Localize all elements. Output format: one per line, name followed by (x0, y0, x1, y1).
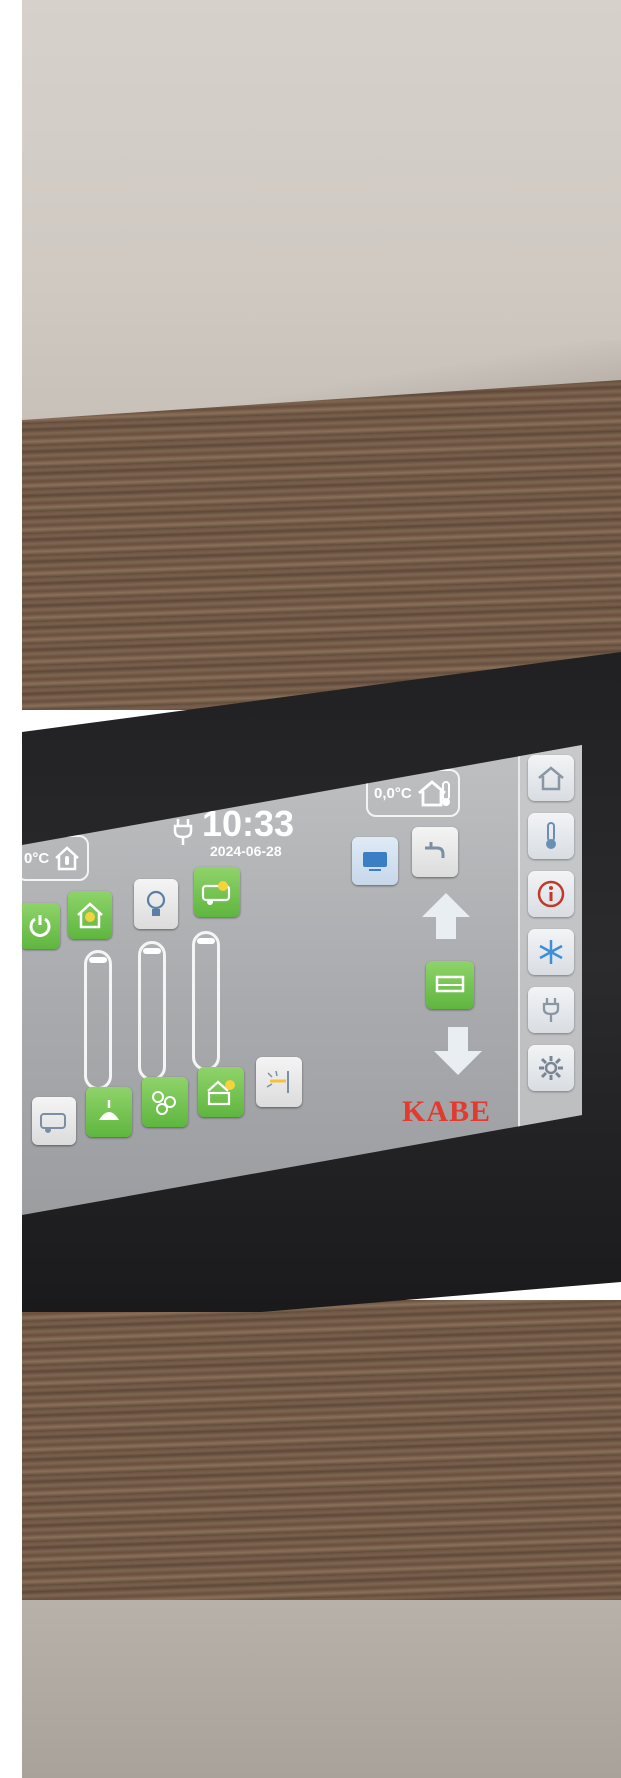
house-thermometer-icon (53, 845, 81, 871)
photo-scene: 0°C 10:33 2024-06-28 0,0°C KABE (22, 0, 621, 1778)
house-light-button[interactable] (68, 891, 112, 939)
caravan-bulb-icon (201, 878, 233, 906)
power-button[interactable] (22, 903, 60, 949)
sidebar-item-info[interactable] (528, 871, 574, 917)
tv-button[interactable] (352, 837, 398, 885)
outside-temp-value: 0,0°C (374, 784, 412, 802)
sidebar-item-cooling[interactable] (528, 929, 574, 975)
wall-bottom (22, 1600, 621, 1778)
dimmer-slider-1[interactable] (84, 950, 112, 1090)
house-bulb-icon (75, 900, 105, 930)
home-icon (537, 765, 565, 791)
bulb-button[interactable] (134, 879, 178, 929)
ceiling-lamp-icon (95, 1098, 123, 1126)
bed-button[interactable] (426, 961, 474, 1009)
kitchen-light-button[interactable] (198, 1067, 244, 1117)
wood-trim-bottom (22, 1300, 621, 1600)
slider-knob[interactable] (143, 948, 161, 954)
plug-icon (541, 996, 561, 1024)
wood-trim-top (22, 380, 621, 710)
power-plug-icon (172, 817, 194, 847)
inside-temp-value: 0°C (24, 849, 50, 867)
caravan-light-button[interactable] (194, 867, 240, 917)
wall-lamp-button[interactable] (256, 1057, 302, 1107)
tv-icon (361, 850, 389, 872)
sidebar-item-settings[interactable] (528, 1045, 574, 1091)
ceiling-lamp-button[interactable] (86, 1087, 132, 1137)
dimmer-slider-3[interactable] (192, 931, 220, 1071)
caravan-awning-icon (39, 1108, 69, 1134)
brand-logo: KABE (402, 1095, 492, 1128)
bed-icon (435, 975, 465, 995)
kitchen-bulb-icon (205, 1077, 237, 1107)
sidebar-item-temperature[interactable] (528, 813, 574, 859)
gear-icon (537, 1054, 565, 1082)
thermometer-icon (543, 821, 559, 851)
house-thermometer-icon (416, 778, 452, 808)
spotlights-button[interactable] (142, 1077, 188, 1127)
sidebar-item-home[interactable] (528, 755, 574, 801)
arrow-down-icon[interactable] (432, 1025, 484, 1077)
spotlights-icon (150, 1088, 180, 1116)
clock-date: 2024-06-28 (210, 843, 282, 859)
power-icon (27, 913, 53, 939)
arrow-up-icon[interactable] (420, 891, 472, 941)
sidebar (518, 745, 582, 1135)
dimmer-slider-2[interactable] (138, 941, 166, 1081)
snowflake-icon (537, 938, 565, 966)
bulb-icon (145, 889, 167, 919)
wall-lamp-icon (264, 1067, 294, 1097)
awning-light-button[interactable] (32, 1097, 76, 1145)
slider-knob[interactable] (89, 957, 107, 963)
faucet-button[interactable] (412, 827, 458, 877)
faucet-icon (421, 838, 449, 866)
slider-knob[interactable] (197, 938, 215, 944)
sidebar-item-power-supply[interactable] (528, 987, 574, 1033)
info-icon (537, 880, 565, 908)
